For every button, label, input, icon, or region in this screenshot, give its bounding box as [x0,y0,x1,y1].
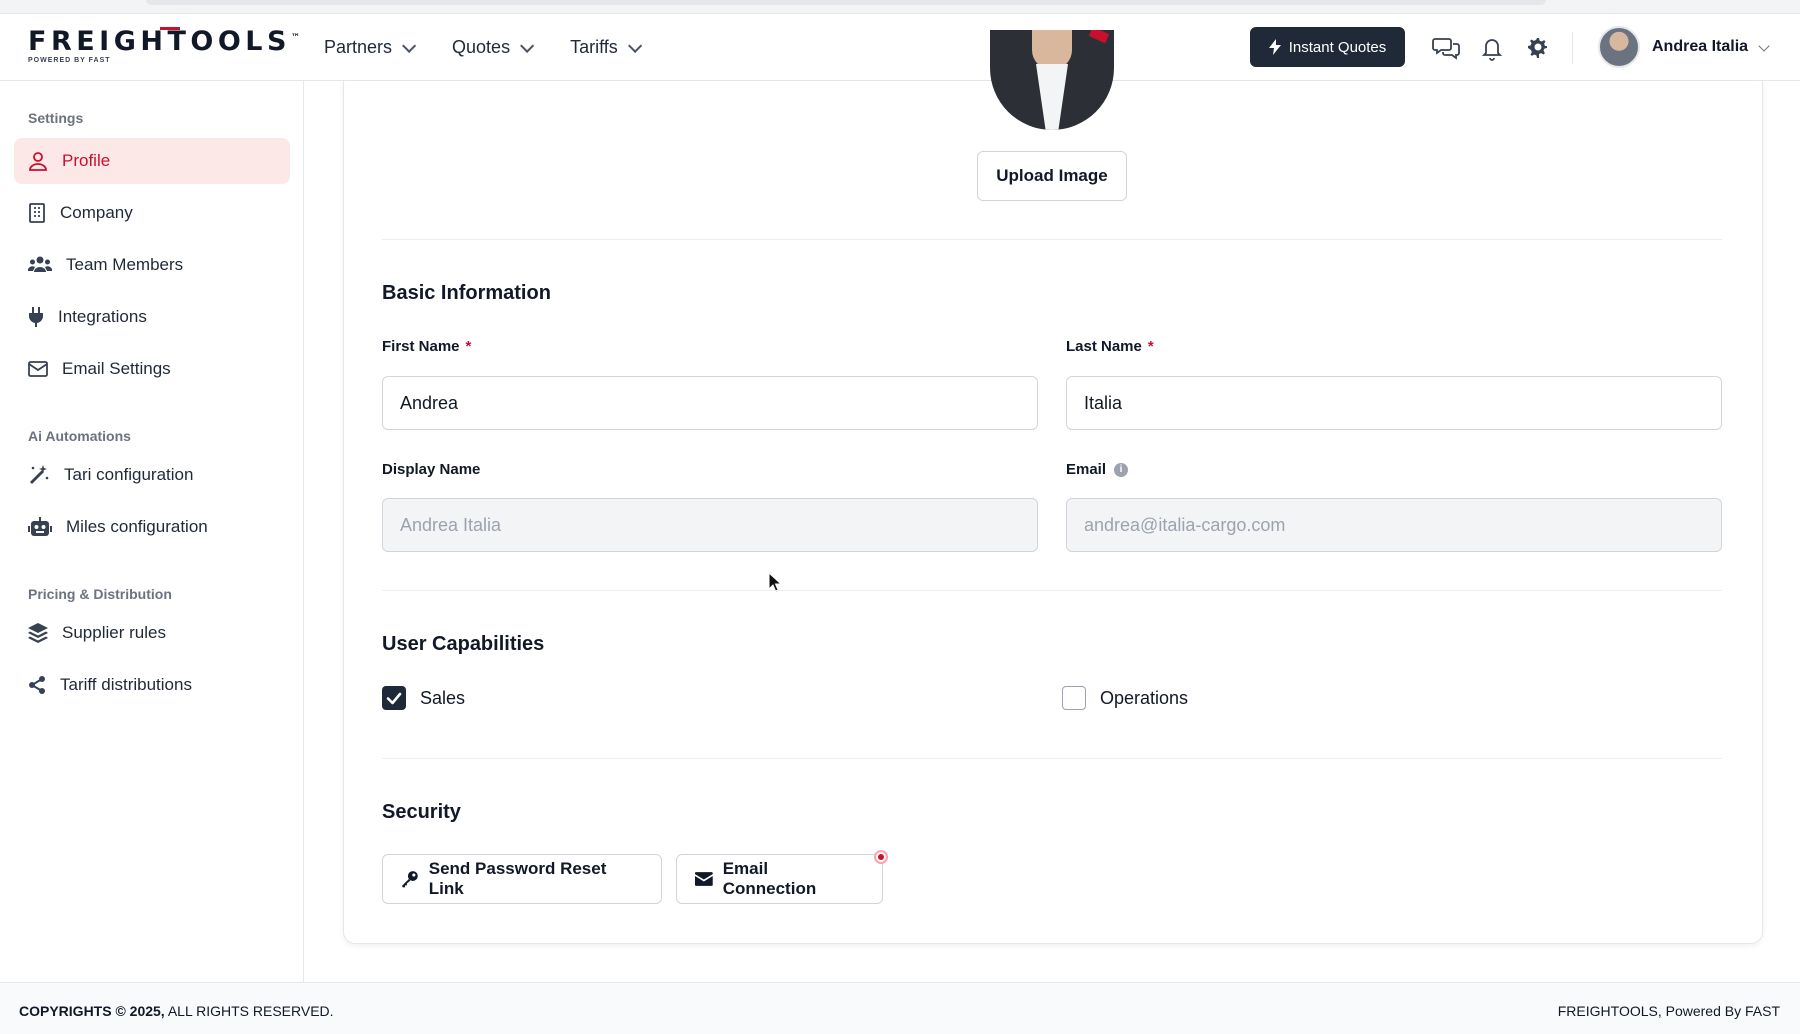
logo-accent [160,27,180,30]
sidebar-item-email-settings[interactable]: Email Settings [14,346,290,392]
user-name[interactable]: Andrea Italia [1652,38,1748,56]
sidebar-item-tari-configuration[interactable]: Tari configuration [14,452,290,498]
upload-image-button[interactable]: Upload Image [977,151,1127,201]
chevron-down-icon [402,38,417,53]
building-icon [29,203,45,223]
main-nav: Partners Quotes Tariffs [324,14,642,81]
sidebar-item-tariff-distributions[interactable]: Tariff distributions [14,662,290,708]
chevron-down-icon [627,38,642,53]
sales-checkbox[interactable] [382,686,406,710]
envelope-icon [28,361,48,377]
top-navigation-bar: FREIGHTOOLS™ POWERED BY FAST Partners Qu… [0,14,1800,81]
first-name-input[interactable]: Andrea [382,376,1038,430]
display-name-input[interactable]: Andrea Italia [382,498,1038,552]
sales-label: Sales [420,688,466,708]
send-password-reset-button[interactable]: Send Password Reset Link [382,854,662,904]
sidebar-item-profile[interactable]: Profile [14,138,290,184]
checkmark-icon [386,692,402,705]
chevron-down-icon [520,38,535,53]
email-label: Email i [1066,461,1129,478]
key-icon [401,871,418,888]
first-name-label: First Name * [382,338,472,355]
plug-icon [29,307,43,327]
info-icon[interactable]: i [1114,463,1129,478]
envelope-icon [695,872,713,886]
chat-icon[interactable] [1432,34,1460,62]
logo-wordmark: FREIGHTOOLS™ [28,26,300,57]
sidebar-item-supplier-rules[interactable]: Supplier rules [14,610,290,656]
sidebar-section-pricing-distribution: Pricing & Distribution [28,586,172,602]
powered-by-text: FREIGHTOOLS, Powered By FAST [1557,1003,1780,1019]
magic-wand-icon [30,465,49,484]
nav-partners[interactable]: Partners [324,37,417,58]
copyright-text: COPYRIGHTS © 2025, ALL RIGHTS RESERVED. [19,1003,334,1019]
email-connection-button[interactable]: Email Connection [676,854,883,904]
chevron-down-icon[interactable] [1758,40,1770,52]
divider [382,758,1722,759]
share-icon [29,676,45,694]
browser-chrome-strip [0,0,1800,14]
bell-icon[interactable] [1478,34,1506,62]
divider [382,239,1722,240]
robot-icon [28,517,52,536]
basic-information-title: Basic Information [382,282,551,304]
divider [382,590,1722,591]
notification-dot [874,850,888,864]
logo-tagline: POWERED BY FAST [28,57,111,64]
sidebar-item-company[interactable]: Company [14,190,290,236]
lightning-icon [1268,39,1281,55]
sidebar-section-ai-automations: Ai Automations [28,428,131,444]
instant-quotes-button[interactable]: Instant Quotes [1250,27,1405,67]
user-capabilities-title: User Capabilities [382,633,545,655]
footer: COPYRIGHTS © 2025, ALL RIGHTS RESERVED. … [0,982,1800,1034]
operations-label: Operations [1100,688,1189,708]
sidebar-item-team-members[interactable]: Team Members [14,242,290,288]
display-name-label: Display Name [382,461,481,478]
nav-quotes[interactable]: Quotes [452,37,535,58]
user-icon [29,152,47,171]
last-name-label: Last Name * [1066,338,1154,355]
avatar[interactable] [1598,26,1640,68]
last-name-input[interactable]: Italia [1066,376,1722,430]
operations-checkbox[interactable] [1062,686,1086,710]
settings-sidebar: Settings Profile Company Team Members In… [0,81,304,982]
nav-tariffs[interactable]: Tariffs [570,37,642,58]
header-divider [1572,32,1573,64]
email-field[interactable]: andrea@italia-cargo.com [1066,498,1722,552]
freightools-logo[interactable]: FREIGHTOOLS™ POWERED BY FAST [28,28,300,64]
sidebar-item-integrations[interactable]: Integrations [14,294,290,340]
layers-icon [28,623,48,643]
address-bar [146,0,1546,5]
users-icon [28,256,52,272]
sidebar-section-settings: Settings [28,110,84,126]
sidebar-item-miles-configuration[interactable]: Miles configuration [14,504,290,550]
gear-icon[interactable] [1523,34,1551,62]
security-title: Security [382,801,461,823]
